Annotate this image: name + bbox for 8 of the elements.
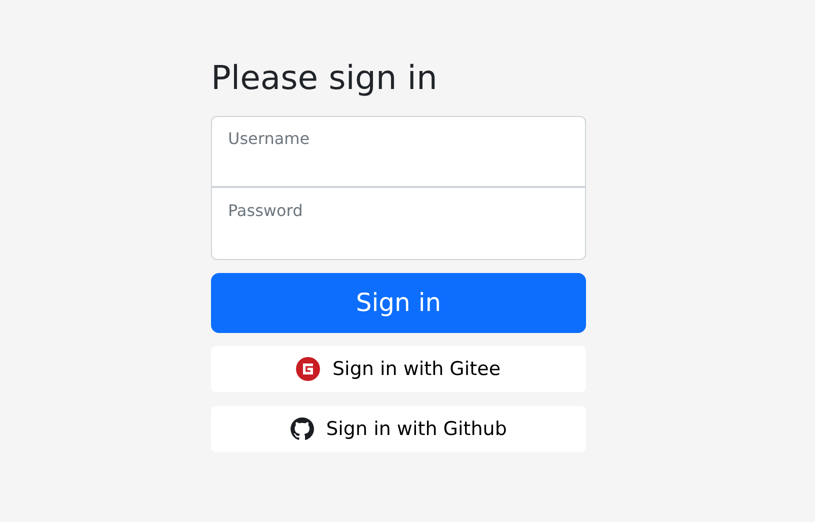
input-field[interactable]: Username	[211, 116, 586, 187]
sign-in-button[interactable]: Sign in	[211, 272, 586, 333]
provider-button[interactable]: Sign in with Gitee	[211, 346, 586, 392]
cat-silhouette-icon	[290, 416, 314, 441]
input-field[interactable]: Password	[211, 186, 586, 260]
circle-logo-icon	[296, 356, 320, 381]
page-heading: Please sign in	[211, 58, 438, 98]
provider-button[interactable]: Sign in with Github	[211, 406, 586, 452]
